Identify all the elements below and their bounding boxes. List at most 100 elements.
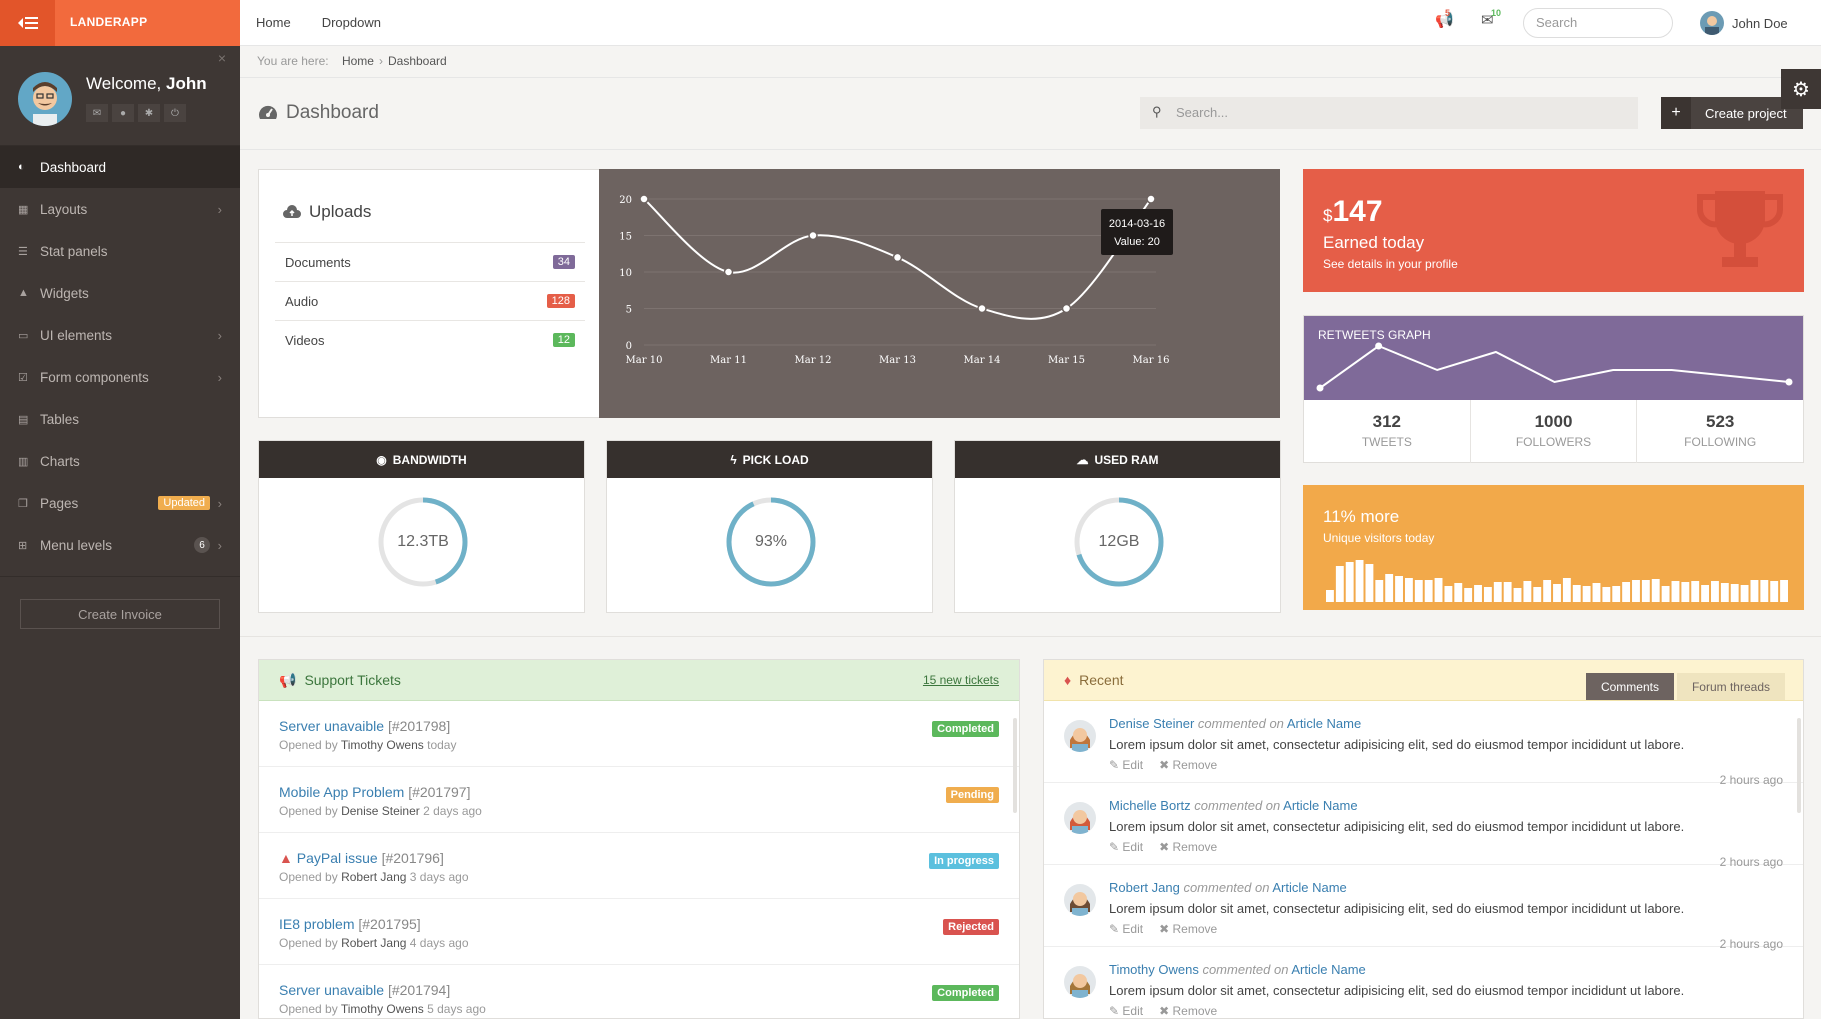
visitor-bar <box>1454 583 1463 602</box>
spark-line <box>1319 344 1790 389</box>
ticket-row[interactable]: Server unavaible [#201794] Opened by Tim… <box>259 965 1019 1018</box>
settings-gear-icon[interactable]: ⚙ <box>1781 69 1821 109</box>
retweets-stats: 312 TWEETS 1000 FOLLOWERS 523 FOLLOWING <box>1304 400 1803 463</box>
sidebar-item-menu-levels[interactable]: ⊞ Menu levels 6 › <box>0 524 240 566</box>
y-tick-label: 10 <box>619 268 632 279</box>
remove-button[interactable]: ✖ Remove <box>1159 1004 1217 1018</box>
comment-text: Lorem ipsum dolor sit amet, consectetur … <box>1109 983 1685 998</box>
count-badge: 128 <box>546 294 575 308</box>
author-link[interactable]: Michelle Bortz <box>1109 798 1191 813</box>
author-link[interactable]: Timothy Owens <box>1109 962 1199 977</box>
edit-button[interactable]: ✎ Edit <box>1109 758 1143 772</box>
tab-forum-threads[interactable]: Forum threads <box>1676 673 1785 700</box>
comment-text: Lorem ipsum dolor sit amet, consectetur … <box>1109 901 1685 916</box>
sidebar-item-ui-elements[interactable]: ▭ UI elements › <box>0 314 240 356</box>
trophy-icon <box>1697 191 1783 267</box>
edit-button[interactable]: ✎ Edit <box>1109 922 1143 936</box>
status-badge: Pending <box>945 787 999 803</box>
grid-icon: ▦ <box>18 203 29 216</box>
uploads-row-audio[interactable]: Audio 128 <box>275 281 585 320</box>
ticket-row[interactable]: IE8 problem [#201795] Opened by Robert J… <box>259 899 1019 965</box>
data-point <box>723 267 734 277</box>
brand-name[interactable]: LANDERAPP <box>70 15 147 29</box>
remove-button[interactable]: ✖ Remove <box>1159 758 1217 772</box>
visitor-bar <box>1493 582 1502 602</box>
visitor-bar <box>1641 580 1650 602</box>
sidebar-toggle-button[interactable] <box>0 0 55 46</box>
close-icon[interactable]: × <box>218 50 226 66</box>
sidebar-item-pages[interactable]: ❐ Pages Updated › <box>0 482 240 524</box>
visitor-bar <box>1582 586 1591 602</box>
ticket-title[interactable]: Mobile App Problem [#201797] <box>279 784 1019 800</box>
page-search-input[interactable]: ⚲ Search... <box>1140 97 1638 129</box>
sidebar-item-tables[interactable]: ▤ Tables <box>0 398 240 440</box>
visitor-bar <box>1681 582 1690 602</box>
tickets-scrollbar[interactable] <box>1013 718 1017 813</box>
visitor-bar <box>1444 586 1453 602</box>
mail-icon[interactable]: ✉ <box>86 104 108 122</box>
uploads-panel: Uploads Documents 34 Audio 128 Videos 12 <box>258 169 600 418</box>
top-search-input[interactable]: Search <box>1523 8 1673 38</box>
ticket-row[interactable]: ▲ PayPal issue [#201796] Opened by Rober… <box>259 833 1019 899</box>
tickets-list: Server unavaible [#201798] Opened by Tim… <box>259 701 1019 1018</box>
comment-author: Michelle Bortz commented on Article Name <box>1109 798 1358 813</box>
edit-button[interactable]: ✎ Edit <box>1109 1004 1143 1018</box>
sidebar-item-charts[interactable]: ▥ Charts <box>0 440 240 482</box>
earned-details-link[interactable]: See details in your profile <box>1323 257 1458 271</box>
x-tick-label: Mar 12 <box>795 355 832 366</box>
avatar <box>1064 802 1096 834</box>
uploads-row-documents[interactable]: Documents 34 <box>275 242 585 281</box>
remove-button[interactable]: ✖ Remove <box>1159 922 1217 936</box>
visitor-bar <box>1345 562 1354 602</box>
article-link[interactable]: Article Name <box>1283 798 1357 813</box>
edit-button[interactable]: ✎ Edit <box>1109 840 1143 854</box>
nav-dropdown[interactable]: Dropdown <box>322 15 381 30</box>
sidebar-item-dashboard[interactable]: ◐ Dashboard <box>0 146 240 188</box>
tab-comments[interactable]: Comments <box>1585 673 1674 700</box>
remove-button[interactable]: ✖ Remove <box>1159 840 1217 854</box>
new-tickets-link[interactable]: 15 new tickets <box>923 673 999 687</box>
ticket-meta: Opened by Denise Steiner 2 days ago <box>279 804 482 818</box>
visitor-bar <box>1612 586 1621 602</box>
spark-point <box>1375 342 1383 350</box>
chart-tooltip: 2014-03-16 Value: 20 <box>1101 209 1173 255</box>
sidebar-item-layouts[interactable]: ▦ Layouts › <box>0 188 240 230</box>
nav-home[interactable]: Home <box>256 15 291 30</box>
data-point <box>1061 303 1072 314</box>
chevron-right-icon: › <box>217 369 222 385</box>
author-link[interactable]: Robert Jang <box>1109 880 1180 895</box>
article-link[interactable]: Article Name <box>1291 962 1365 977</box>
sidebar-item-stat-panels[interactable]: ☰ Stat panels <box>0 230 240 272</box>
article-link[interactable]: Article Name <box>1287 716 1361 731</box>
author-link[interactable]: Denise Steiner <box>1109 716 1194 731</box>
ticket-row[interactable]: Mobile App Problem [#201797] Opened by D… <box>259 767 1019 833</box>
globe-icon: ◉ <box>376 452 387 467</box>
comments-scrollbar[interactable] <box>1797 718 1801 813</box>
power-icon[interactable]: ⏻ <box>164 104 186 122</box>
settings-icon[interactable]: ✱ <box>138 104 160 122</box>
sidebar-item-form-components[interactable]: ☑ Form components › <box>0 356 240 398</box>
sidebar-item-widgets[interactable]: ▲ Widgets <box>0 272 240 314</box>
breadcrumb-home[interactable]: Home <box>342 54 374 68</box>
data-point <box>808 230 818 241</box>
comment-item: Robert Jang commented on Article Name Lo… <box>1044 865 1803 951</box>
earned-today-card[interactable]: $147 Earned today See details in your pr… <box>1303 169 1804 292</box>
create-invoice-button[interactable]: Create Invoice <box>20 599 220 629</box>
ticket-title[interactable]: Server unavaible [#201794] <box>279 982 1019 998</box>
user-menu[interactable]: John Doe <box>1700 11 1788 35</box>
visitor-bar <box>1720 583 1729 602</box>
user-icon[interactable]: ● <box>112 104 134 122</box>
ticket-row[interactable]: Server unavaible [#201798] Opened by Tim… <box>259 701 1019 767</box>
y-tick-label: 5 <box>626 305 632 316</box>
ticket-title[interactable]: IE8 problem [#201795] <box>279 916 1019 932</box>
data-point <box>639 194 649 204</box>
remove-icon: ✖ <box>1159 758 1170 772</box>
ticket-title[interactable]: ▲ PayPal issue [#201796] <box>279 850 1019 866</box>
ticket-title[interactable]: Server unavaible [#201798] <box>279 718 1019 734</box>
notifications-button[interactable]: 📢 5 <box>1435 8 1457 33</box>
messages-button[interactable]: ✉ 10 <box>1481 8 1503 33</box>
visitor-bar <box>1691 581 1700 602</box>
uploads-row-videos[interactable]: Videos 12 <box>275 320 585 359</box>
article-link[interactable]: Article Name <box>1272 880 1346 895</box>
plus-icon: + <box>1661 97 1691 129</box>
